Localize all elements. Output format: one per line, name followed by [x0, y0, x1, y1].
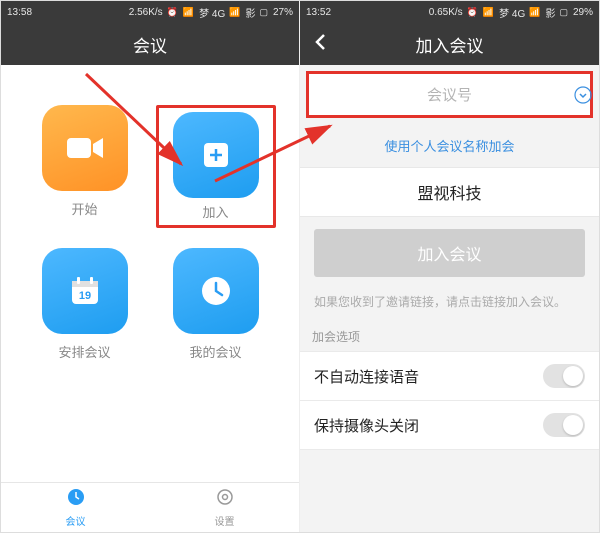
page-title: 会议	[133, 32, 167, 57]
video-icon	[65, 134, 105, 162]
battery-icon: ▢	[559, 7, 569, 18]
join-meeting-button[interactable]: 加入会议	[314, 229, 585, 277]
clock-icon: ⏰	[167, 7, 179, 18]
signal-icon-2: 📶	[529, 7, 541, 18]
tile-schedule-label: 安排会议	[58, 342, 110, 361]
status-signal-r: 影	[545, 5, 555, 20]
clock-icon: ⏰	[467, 7, 479, 18]
toggle-audio-label: 不自动连接语音	[314, 366, 419, 387]
back-icon[interactable]	[314, 33, 326, 56]
header-right: 加入会议	[300, 23, 599, 65]
tile-join[interactable]: 加入	[156, 105, 276, 228]
nav-settings-label: 设置	[215, 513, 235, 528]
nav-settings[interactable]: 设置	[150, 483, 299, 532]
status-bar-left: 13:58 2.56K/s ⏰ 📶 梦 4G 📶 影 ▢ 27%	[1, 1, 299, 23]
header-left: 会议	[1, 23, 299, 65]
status-time: 13:58	[7, 7, 32, 18]
status-battery-r: 29%	[573, 7, 593, 18]
status-time-r: 13:52	[306, 7, 331, 18]
tile-mine[interactable]: 我的会议	[156, 248, 276, 361]
signal-icon-2: 📶	[229, 7, 241, 18]
toggle-auto-audio[interactable]: 不自动连接语音	[300, 351, 599, 401]
tile-schedule[interactable]: 19 安排会议	[25, 248, 145, 361]
svg-text:19: 19	[78, 290, 90, 302]
signal-icon: 📶	[183, 7, 195, 18]
status-bar-right: 13:52 0.65K/s ⏰ 📶 梦 4G 📶 影 ▢ 29%	[300, 1, 599, 23]
toggle-camera-label: 保持摄像头关闭	[314, 415, 419, 436]
nav-meeting[interactable]: 会议	[1, 483, 150, 532]
toggle-switch[interactable]	[543, 413, 585, 437]
tile-start[interactable]: 开始	[25, 105, 145, 228]
signal-icon: 📶	[483, 7, 495, 18]
page-title-r: 加入会议	[416, 32, 484, 57]
toggle-switch[interactable]	[543, 364, 585, 388]
bottom-nav: 会议 设置	[1, 482, 299, 532]
options-section-label: 加会选项	[300, 322, 599, 351]
personal-meeting-link[interactable]: 使用个人会议名称加会	[300, 124, 599, 167]
chevron-down-icon[interactable]	[574, 86, 592, 104]
calendar-icon: 19	[68, 274, 102, 308]
status-net-r: 梦 4G	[499, 5, 525, 20]
plus-icon	[201, 140, 231, 170]
tile-start-label: 开始	[71, 199, 97, 218]
status-speed-r: 0.65K/s	[429, 7, 463, 18]
nav-meeting-label: 会议	[66, 513, 86, 528]
input-placeholder: 会议号	[427, 84, 472, 105]
tile-join-label: 加入	[202, 202, 228, 221]
meeting-id-input[interactable]: 会议号	[306, 71, 593, 118]
status-net: 梦 4G	[199, 5, 225, 20]
status-speed: 2.56K/s	[129, 7, 163, 18]
clock-nav-icon	[67, 488, 85, 511]
status-signal: 影	[245, 5, 255, 20]
battery-icon: ▢	[259, 7, 269, 18]
company-name[interactable]: 盟视科技	[300, 167, 599, 217]
status-battery: 27%	[273, 7, 293, 18]
tile-mine-label: 我的会议	[189, 342, 241, 361]
clock-icon	[199, 274, 233, 308]
gear-icon	[216, 488, 234, 511]
invite-hint: 如果您收到了邀请链接，请点击链接加入会议。	[300, 289, 599, 322]
toggle-keep-camera-off[interactable]: 保持摄像头关闭	[300, 401, 599, 450]
